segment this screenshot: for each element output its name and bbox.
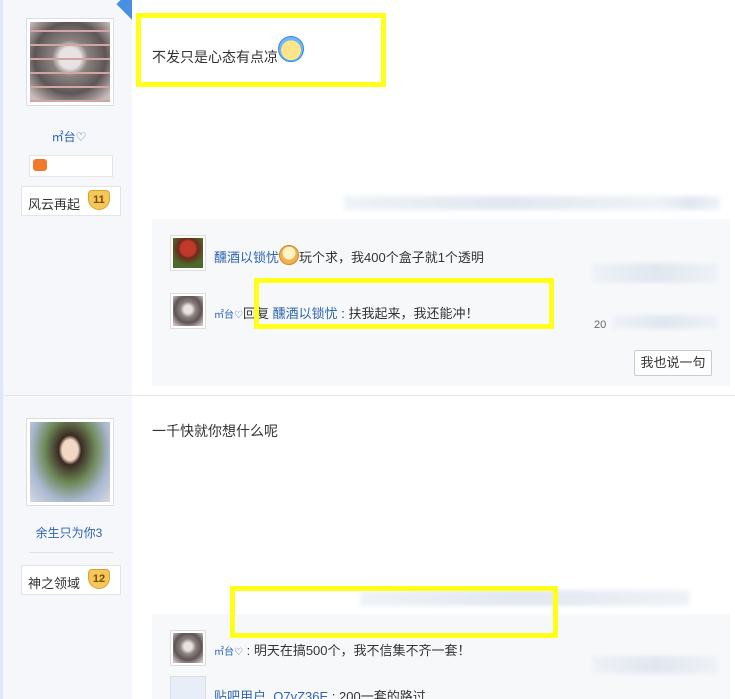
reply-text-line: 醺酒以锁忧 玩个求，我400个盒子就1个透明 [214,245,484,266]
reply-box: ㎡台♡ : 明天在搞500个，我不信集不齐一套！ 贴吧用户_Q7yZ36E : … [152,586,730,699]
game-controller-icon [33,159,47,171]
reply-author[interactable]: ㎡台♡ [214,310,243,321]
post-content: 一千快就你想什么呢 [152,423,278,439]
reply-time: 20 [594,319,607,331]
highlight-box [254,278,554,329]
level-number: 11 [88,190,110,210]
reply-content: 明天在搞500个，我不信集不齐一套！ [253,643,471,658]
reply-avatar[interactable] [170,293,206,329]
reply-button[interactable]: 我也说一句 [634,350,712,376]
reply-avatar[interactable] [170,630,206,666]
medal-strip [29,155,113,177]
post-body: 不发只是心态有点凉 醺酒以锁忧 玩个求，我400个盒子就1个透明 ㎡台♡回复 醺… [132,0,735,395]
author-name[interactable]: ㎡台♡ [3,128,135,145]
blurred-meta [612,315,718,329]
reply-text-line: ㎡台♡ : 明天在搞500个，我不信集不齐一套！ [214,643,471,658]
reply-avatar[interactable] [170,235,206,271]
reply-item: 贴吧用户_Q7yZ36E : 200一套的路过 [170,676,730,699]
highlight-box [230,586,558,638]
reply-avatar[interactable] [170,676,206,699]
avatar[interactable] [26,418,114,506]
blurred-meta [344,196,664,210]
reply-author[interactable]: 贴吧用户_Q7yZ36E [214,689,328,699]
level-name: 风云再起 [28,197,81,212]
reply-text-line: 贴吧用户_Q7yZ36E : 200一套的路过 [214,686,426,699]
author-sidebar: 余生只为你3 神之领域 12 [0,396,132,699]
blurred-meta [592,263,718,283]
reply-content: 玩个求，我400个盒子就1个透明 [299,250,484,265]
blurred-meta [592,656,718,674]
reply-content: 200一套的路过 [339,689,426,699]
post-body: 一千快就你想什么呢 ㎡台♡ : 明天在搞500个，我不信集不齐一套！ 贴吧用户_… [132,396,735,699]
blurred-meta [660,196,720,210]
level-badge[interactable]: 神之领域 12 [21,565,121,595]
post-2: 余生只为你3 神之领域 12 一千快就你想什么呢 ㎡台♡ : 明天在搞500个，… [0,396,735,699]
highlight-box [136,13,386,87]
post-1: ㎡台♡ 风云再起 11 楼主 不发只是心态有点凉 醺酒以锁忧玩个求，我400个盒… [0,0,735,395]
level-name: 神之领域 [28,576,81,591]
sidebar-divider [29,552,113,553]
reply-author[interactable]: 醺酒以锁忧 [214,250,279,265]
reply-author[interactable]: ㎡台♡ [214,647,243,658]
author-sidebar: ㎡台♡ 风云再起 11 [0,0,132,395]
author-name[interactable]: 余生只为你3 [3,524,135,541]
reply-box: 醺酒以锁忧 玩个求，我400个盒子就1个透明 ㎡台♡回复 醺酒以锁忧 : 扶我起来… [152,219,730,386]
level-badge[interactable]: 风云再起 11 [21,186,121,216]
angry-face-emoji-icon [279,245,300,265]
level-number: 12 [88,569,110,589]
